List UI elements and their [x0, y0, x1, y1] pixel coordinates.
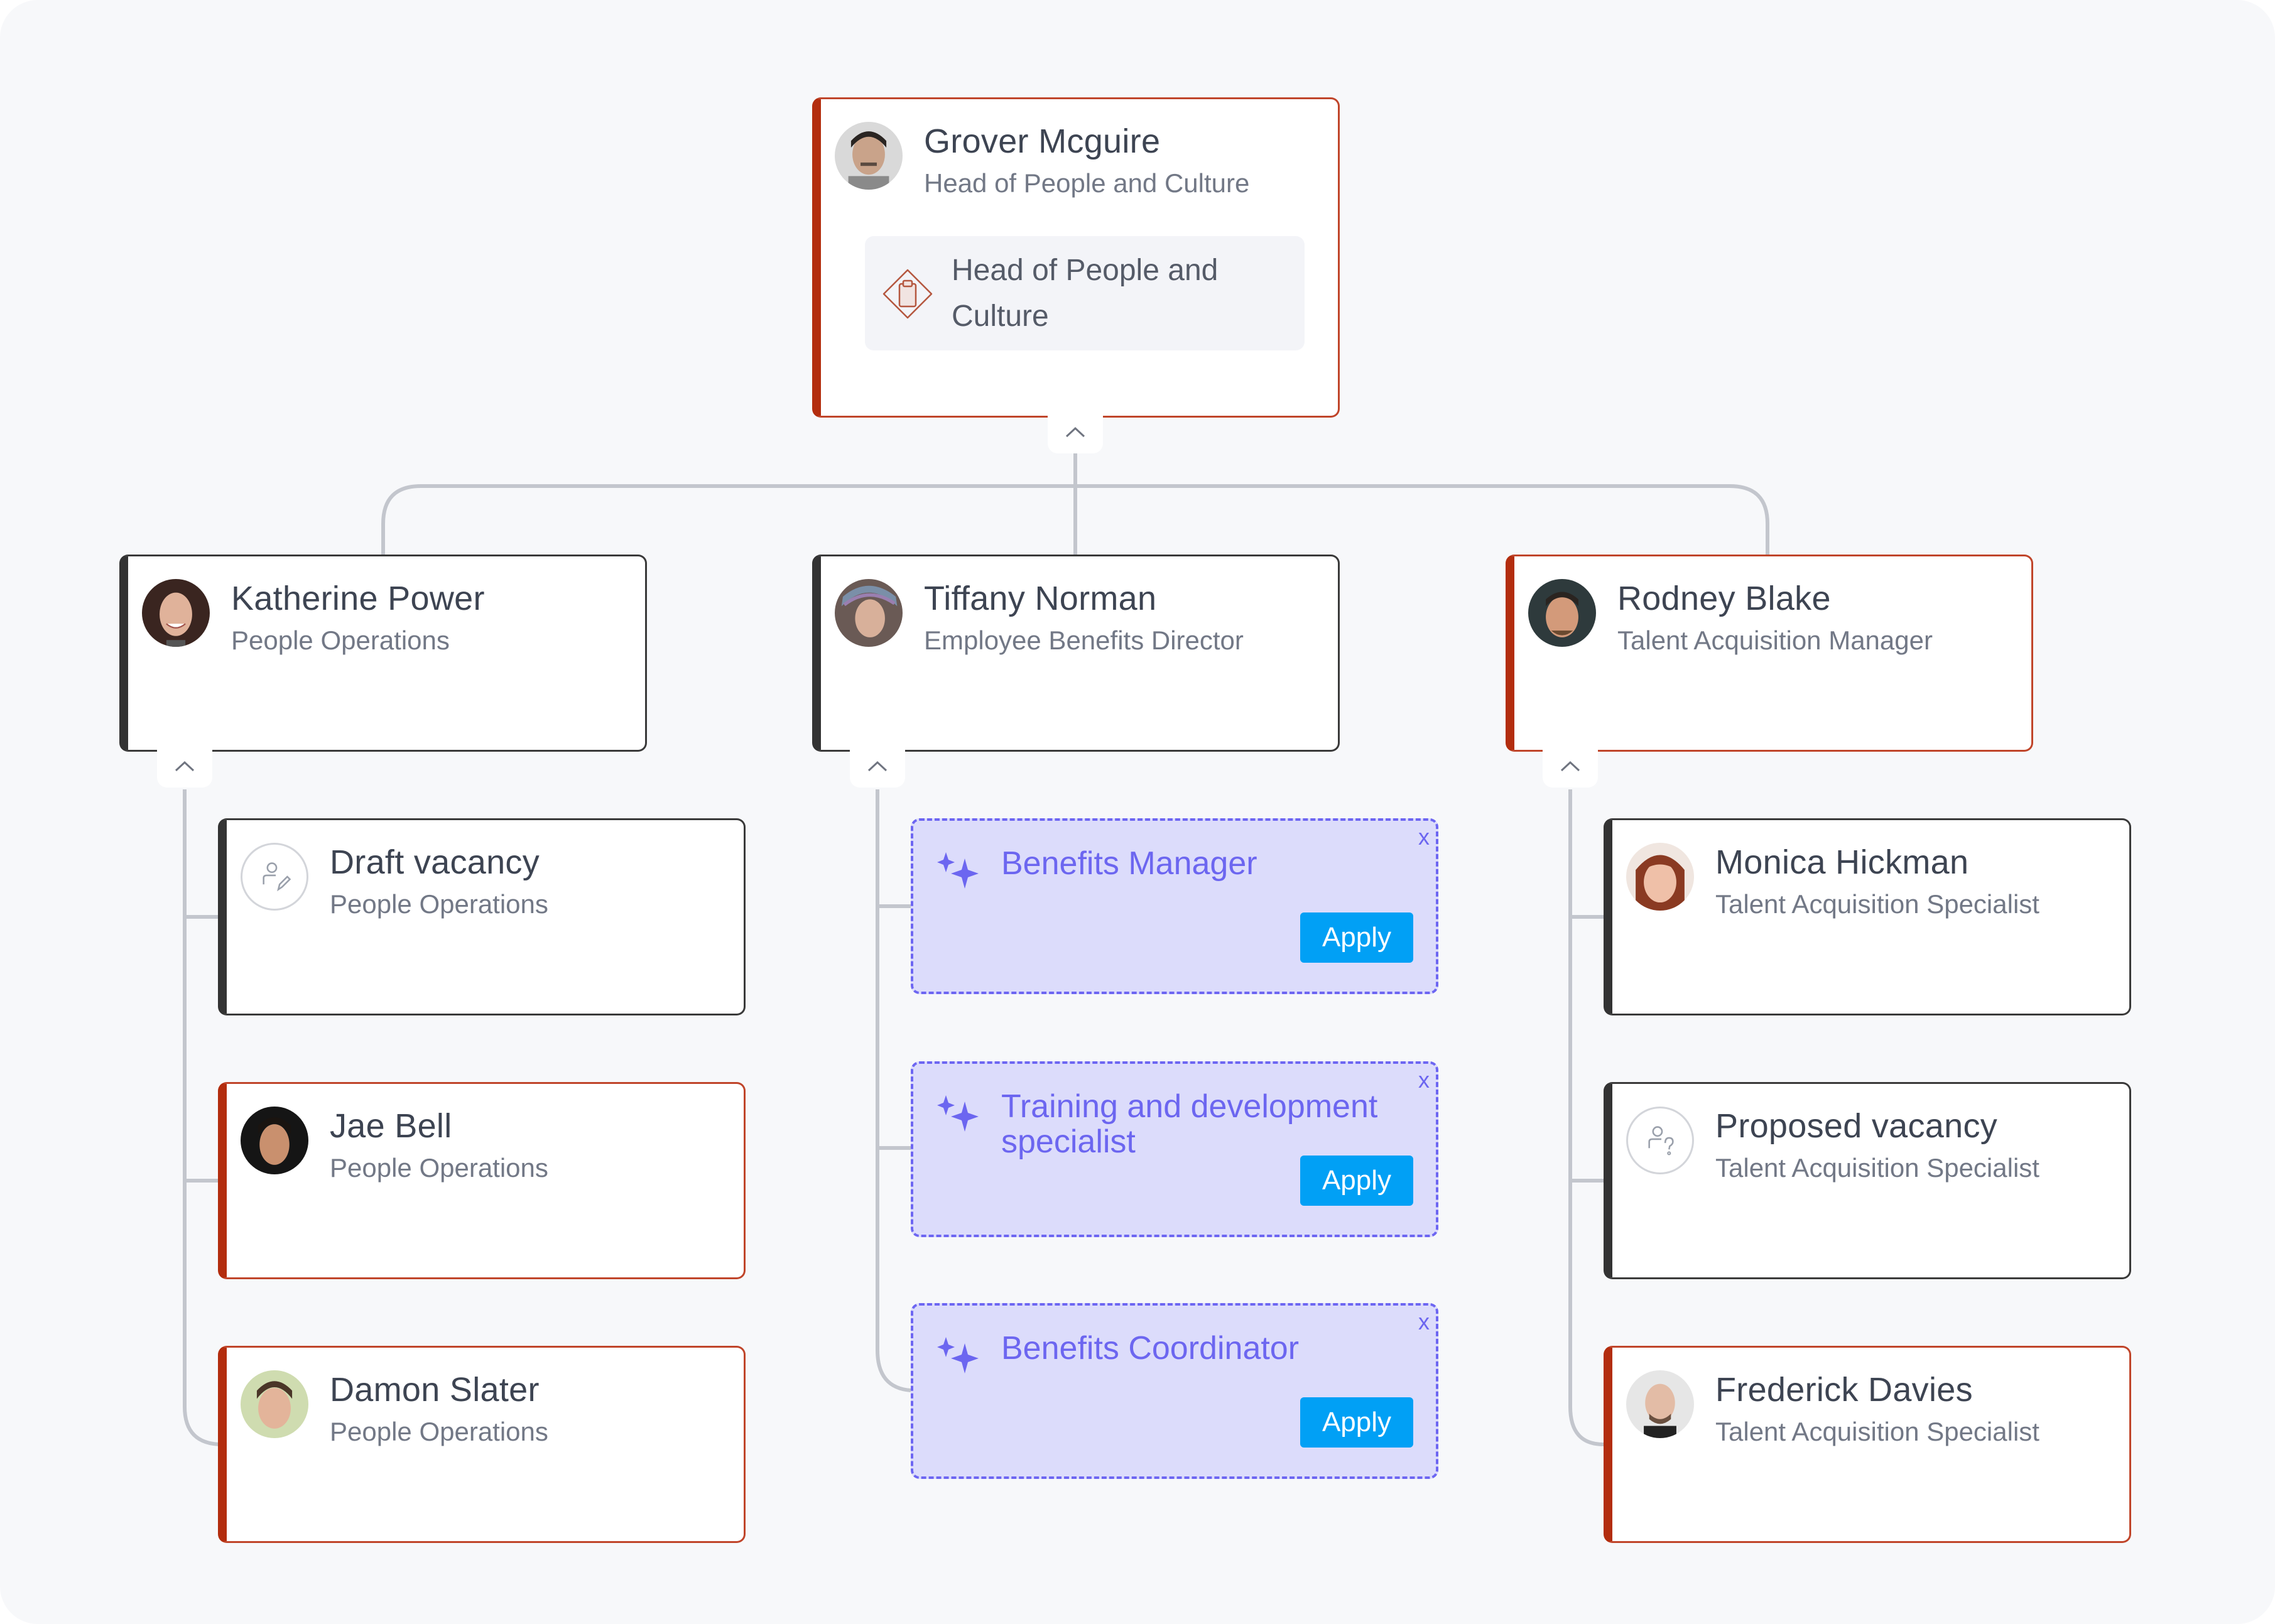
person-name: Jae Bell — [330, 1107, 452, 1145]
position-title: Head of People and Culture — [952, 254, 1219, 333]
avatar — [1528, 579, 1596, 647]
person-edit-icon — [263, 862, 291, 892]
avatar — [835, 579, 903, 647]
person-name: Tiffany Norman — [924, 580, 1157, 617]
report-card-damon-slater[interactable]: Damon Slater People Operations — [218, 1346, 746, 1543]
apply-suggestion-button[interactable]: Apply — [1300, 912, 1413, 963]
report-card-frederick-davies[interactable]: Frederick Davies Talent Acquisition Spec… — [1604, 1346, 2131, 1543]
person-name: Rodney Blake — [1617, 580, 1831, 617]
ai-suggestion-card[interactable]: Training and development specialist x Ap… — [911, 1061, 1438, 1237]
apply-suggestion-button[interactable]: Apply — [1300, 1156, 1413, 1206]
avatar — [835, 122, 903, 190]
clipboard-diamond-icon — [882, 269, 933, 319]
connector-tiffany-suggestions — [876, 789, 911, 1392]
collapse-toggle-root[interactable] — [1048, 416, 1103, 453]
vacancy-role: Talent Acquisition Specialist — [1715, 1153, 2039, 1183]
person-role: Head of People and Culture — [924, 168, 1250, 198]
ai-suggestion-card[interactable]: Benefits Coordinator x Apply — [911, 1303, 1438, 1479]
manager-card-katherine-power[interactable]: Katherine Power People Operations — [119, 555, 647, 752]
dismiss-suggestion-button[interactable]: x — [1418, 1309, 1430, 1334]
root-card[interactable]: Grover Mcguire Head of People and Cultur… — [812, 97, 1340, 418]
person-role: People Operations — [330, 1153, 548, 1183]
sparkle-icon — [937, 1095, 979, 1132]
position-box[interactable]: Head of People and Culture — [865, 236, 1305, 350]
person-name: Katherine Power — [231, 580, 485, 617]
person-role: Employee Benefits Director — [924, 625, 1244, 655]
org-chart-canvas: Grover Mcguire Head of People and Cultur… — [0, 0, 2275, 1624]
person-role: Talent Acquisition Specialist — [1715, 1417, 2039, 1446]
vacancy-card-proposed[interactable]: Proposed vacancy Talent Acquisition Spec… — [1604, 1082, 2131, 1279]
person-name: Frederick Davies — [1715, 1371, 1973, 1409]
chevron-up-icon — [1560, 761, 1580, 772]
person-name: Grover Mcguire — [924, 122, 1161, 160]
person-role: People Operations — [231, 625, 450, 655]
avatar-placeholder — [241, 843, 308, 911]
chevron-up-icon — [175, 761, 195, 772]
apply-suggestion-button[interactable]: Apply — [1300, 1397, 1413, 1448]
connector-katherine-reports — [183, 789, 223, 1446]
vacancy-card-draft[interactable]: Draft vacancy People Operations — [218, 818, 746, 1015]
dismiss-suggestion-button[interactable]: x — [1418, 825, 1430, 850]
avatar-placeholder — [1626, 1107, 1694, 1174]
sparkle-icon — [937, 852, 979, 889]
avatar — [142, 579, 210, 647]
person-question-icon — [1648, 1126, 1674, 1156]
vacancy-name: Proposed vacancy — [1715, 1107, 1998, 1145]
avatar — [241, 1370, 308, 1438]
avatar — [1626, 1370, 1694, 1438]
suggestion-title: Benefits Coordinator — [1001, 1330, 1300, 1367]
avatar — [1626, 843, 1694, 911]
dismiss-suggestion-button[interactable]: x — [1418, 1068, 1430, 1093]
chevron-up-icon — [867, 761, 888, 772]
vacancy-role: People Operations — [330, 889, 548, 919]
collapse-toggle-tiffany[interactable] — [850, 750, 905, 788]
report-card-jae-bell[interactable]: Jae Bell People Operations — [218, 1082, 746, 1279]
connector-rodney-reports — [1568, 789, 1604, 1446]
manager-card-rodney-blake[interactable]: Rodney Blake Talent Acquisition Manager — [1506, 555, 2033, 752]
avatar — [241, 1107, 308, 1174]
suggestion-title: Training and development specialist — [1001, 1088, 1378, 1160]
person-role: People Operations — [330, 1417, 548, 1446]
manager-card-tiffany-norman[interactable]: Tiffany Norman Employee Benefits Directo… — [812, 555, 1340, 752]
sparkle-icon — [937, 1337, 979, 1373]
person-name: Monica Hickman — [1715, 843, 1969, 881]
vacancy-name: Draft vacancy — [330, 843, 540, 881]
collapse-toggle-katherine[interactable] — [157, 750, 212, 788]
report-card-monica-hickman[interactable]: Monica Hickman Talent Acquisition Specia… — [1604, 818, 2131, 1015]
person-role: Talent Acquisition Manager — [1617, 625, 1933, 655]
ai-suggestion-card[interactable]: Benefits Manager x Apply — [911, 818, 1438, 994]
person-role: Talent Acquisition Specialist — [1715, 889, 2039, 919]
suggestion-title: Benefits Manager — [1001, 845, 1257, 882]
collapse-toggle-rodney[interactable] — [1543, 750, 1598, 788]
chevron-up-icon — [1065, 426, 1085, 438]
person-name: Damon Slater — [330, 1371, 540, 1409]
